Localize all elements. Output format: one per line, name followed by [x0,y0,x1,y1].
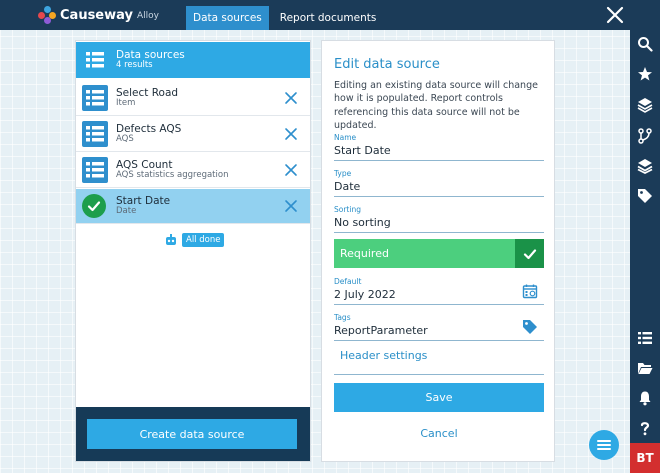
item-subtitle: AQS statistics aggregation [116,170,229,181]
field-label: Type [334,169,352,178]
tag-icon[interactable] [522,319,538,335]
app-logo[interactable]: Causeway Alloy [38,6,186,24]
list-icon [86,52,104,68]
item-subtitle: Date [116,206,137,217]
check-icon [82,194,106,218]
remove-icon[interactable] [284,127,298,141]
cancel-link[interactable]: Cancel [334,427,544,440]
create-data-source-button[interactable]: Create data source [87,419,297,449]
panel-title: Edit data source [334,57,440,72]
menu-fab[interactable] [589,430,619,460]
remove-icon[interactable] [284,199,298,213]
field-value: Date [334,180,361,193]
brand-sub: Alloy [136,11,159,21]
item-subtitle: AQS [116,134,134,145]
tab-data-sources[interactable]: Data sources [186,6,269,30]
brand-name: Causeway [60,7,133,23]
right-rail [630,30,660,473]
folder-open-icon[interactable] [637,360,653,376]
list-item-selected[interactable]: Start Date Date [76,189,310,224]
item-title: Select Road [116,86,179,99]
field-value: Start Date [334,144,391,157]
hamburger-icon [597,440,611,450]
list-item[interactable]: Defects AQS AQS [76,117,310,152]
data-sources-header: Data sources 4 results [76,42,310,78]
workflow-icon[interactable] [637,128,653,144]
star-icon[interactable] [637,66,653,82]
list-icon[interactable] [637,330,653,346]
field-label: Name [334,133,357,142]
tab-report-documents[interactable]: Report documents [273,6,384,30]
user-avatar[interactable]: BT [630,443,660,473]
result-count: 4 results [116,60,153,71]
field-value: 2 July 2022 [334,288,396,301]
list-icon [82,157,108,183]
required-label: Required [340,247,389,260]
bell-icon[interactable] [637,390,653,406]
list-icon [82,121,108,147]
remove-icon[interactable] [284,163,298,177]
item-subtitle: Item [116,98,136,109]
calendar-icon[interactable] [522,283,538,299]
search-icon[interactable] [637,36,653,52]
close-icon[interactable] [603,3,627,27]
edit-data-source-panel: Edit data source Editing an existing dat… [321,40,555,462]
save-button[interactable]: Save [334,383,544,412]
list-icon [82,85,108,111]
remove-icon[interactable] [284,91,298,105]
help-icon[interactable] [637,420,653,436]
check-icon [515,239,544,268]
name-field[interactable]: Name Start Date [334,133,544,161]
field-label: Tags [334,313,351,322]
top-bar: Causeway Alloy Data sources Report docum… [0,0,660,30]
field-value: ReportParameter [334,324,428,337]
field-label: Default [334,277,362,286]
type-field[interactable]: Type Date [334,169,544,197]
list-item[interactable]: Select Road Item [76,81,310,116]
logo-mark-icon [38,6,56,24]
data-sources-panel: Data sources 4 results Select Road Item … [75,40,311,462]
default-date-field[interactable]: Default 2 July 2022 [334,277,544,305]
all-done-indicator: All done [164,233,225,247]
header-settings-link[interactable]: Header settings [334,349,544,375]
list-item[interactable]: AQS Count AQS statistics aggregation [76,153,310,188]
left-footer: Create data source [76,407,310,461]
panel-description: Editing an existing data source will cha… [334,80,538,131]
item-title: Defects AQS [116,122,182,135]
all-done-badge: All done [182,233,225,247]
tag-icon[interactable] [637,188,653,204]
robot-icon [166,234,176,245]
layers-icon[interactable] [637,97,653,113]
field-value: No sorting [334,216,391,229]
layers-stack-icon[interactable] [637,158,653,174]
required-toggle[interactable]: Required [334,239,544,268]
tags-field[interactable]: Tags ReportParameter [334,313,544,341]
field-label: Sorting [334,205,361,214]
item-title: Start Date [116,194,171,207]
sorting-field[interactable]: Sorting No sorting [334,205,544,233]
